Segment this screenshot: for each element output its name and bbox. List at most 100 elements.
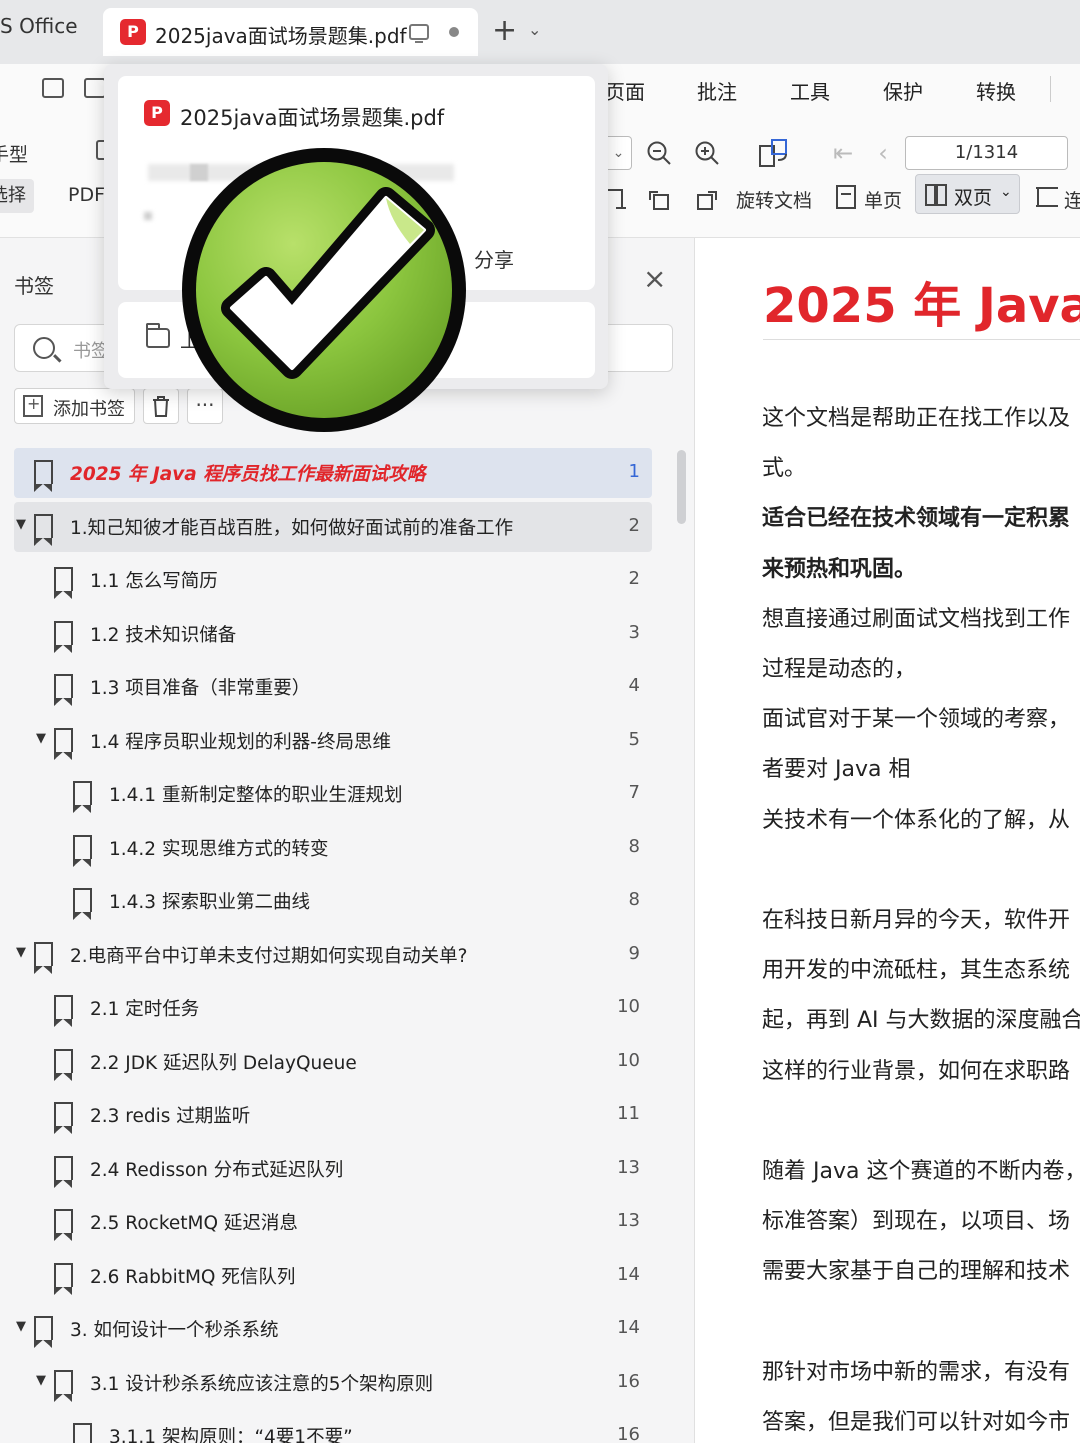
bookmark-label: 1.知己知彼才能百战百胜，如何做好面试前的准备工作 xyxy=(70,518,514,539)
panel-scrollbar[interactable] xyxy=(677,450,686,524)
pdf-file-icon: P xyxy=(120,19,146,45)
bookmark-page-number: 9 xyxy=(628,943,640,964)
bookmark-page-number: 5 xyxy=(628,729,640,750)
bookmark-row[interactable]: 2.5 RocketMQ 延迟消息 13 xyxy=(14,1197,652,1247)
document-tab[interactable]: P 2025java面试场景题集.pdf xyxy=(103,8,478,56)
menu-tools[interactable]: 工具 xyxy=(790,76,830,105)
zoom-dropdown[interactable]: ⌄ xyxy=(606,136,632,170)
bookmark-icon xyxy=(54,1370,73,1402)
bookmark-row[interactable]: 1.4.3 探索职业第二曲线 8 xyxy=(14,876,652,926)
document-text-line: 在科技日新月异的今天，软件开 xyxy=(762,908,1071,933)
bookmark-row[interactable]: 2.6 RabbitMQ 死信队列 14 xyxy=(14,1251,652,1301)
select-tool-button[interactable]: 选择 xyxy=(0,179,34,213)
save-icon[interactable] xyxy=(84,78,106,98)
rotate-doc-label[interactable]: 旋转文档 xyxy=(736,186,812,213)
rotate-right-icon[interactable] xyxy=(694,186,720,212)
expand-arrow-icon[interactable]: ▼ xyxy=(16,517,26,532)
page-number-input[interactable]: 1/1314 xyxy=(905,136,1068,170)
menu-convert[interactable]: 转换 xyxy=(976,76,1016,105)
unsaved-dot-icon[interactable] xyxy=(449,27,459,37)
bookmark-label: 1.4.2 实现思维方式的转变 xyxy=(109,839,329,860)
single-page-icon[interactable] xyxy=(833,184,859,210)
bookmark-icon xyxy=(54,1102,73,1134)
bookmark-label: 1.3 项目准备（非常重要） xyxy=(90,678,311,699)
bookmark-icon xyxy=(34,1316,53,1348)
bookmark-page-number: 16 xyxy=(617,1371,640,1392)
hand-tool-label[interactable]: 手型 xyxy=(0,140,28,167)
first-page-icon[interactable]: ⇤ xyxy=(830,140,856,166)
expand-arrow-icon[interactable]: ▼ xyxy=(16,945,26,960)
close-icon[interactable]: × xyxy=(643,264,666,294)
bookmark-row[interactable]: ▼ 1.4 程序员职业规划的利器-终局思维 5 xyxy=(14,716,652,766)
menu-protect[interactable]: 保护 xyxy=(883,76,923,105)
double-page-button[interactable]: 双页 ⌄ xyxy=(915,174,1020,214)
bookmark-row[interactable]: 2.4 Redisson 分布式延迟队列 13 xyxy=(14,1144,652,1194)
rotate-doc-icon[interactable] xyxy=(758,136,792,170)
bookmark-label: 1.1 怎么写简历 xyxy=(90,571,218,592)
double-page-icon xyxy=(924,183,948,211)
menu-page[interactable]: 页面 xyxy=(605,76,645,105)
bookmark-row[interactable]: ▼ 1.知己知彼才能百战百胜，如何做好面试前的准备工作 2 xyxy=(14,502,652,552)
bookmark-label: 1.4.1 重新制定整体的职业生涯规划 xyxy=(109,785,403,806)
bookmark-row[interactable]: 1.1 怎么写简历 2 xyxy=(14,555,652,605)
expand-arrow-icon[interactable]: ▼ xyxy=(36,731,46,746)
bookmark-page-number: 10 xyxy=(617,1050,640,1071)
bookmark-page-number: 7 xyxy=(628,782,640,803)
bookmark-icon xyxy=(54,621,73,653)
document-text-line: 适合已经在技术领域有一定积累 xyxy=(762,506,1071,532)
bookmark-icon xyxy=(73,888,92,920)
bookmark-icon xyxy=(54,995,73,1027)
bookmark-page-number: 14 xyxy=(617,1264,640,1285)
bookmark-page-number: 4 xyxy=(628,675,640,696)
zoom-in-icon[interactable] xyxy=(694,140,720,166)
bookmark-row[interactable]: 1.4.1 重新制定整体的职业生涯规划 7 xyxy=(14,769,652,819)
monitor-icon[interactable] xyxy=(409,24,429,43)
new-tab-plus-icon[interactable]: + xyxy=(492,14,517,48)
document-text-line: 那针对市场中新的需求，有没有 xyxy=(762,1359,1071,1385)
expand-arrow-icon[interactable]: ▼ xyxy=(36,1373,46,1388)
chevron-down-icon: ⌄ xyxy=(1000,184,1012,200)
bookmark-label: 1.2 技术知识储备 xyxy=(90,625,237,646)
bookmark-page-number: 1 xyxy=(628,461,640,482)
bookmark-row[interactable]: ▼ 3. 如何设计一个秒杀系统 14 xyxy=(14,1304,652,1354)
prev-page-icon[interactable]: ‹ xyxy=(870,140,896,166)
bookmark-row[interactable]: ▼ 3.1 设计秒杀系统应该注意的5个架构原则 16 xyxy=(14,1358,652,1408)
bookmark-row[interactable]: 2.1 定时任务 10 xyxy=(14,983,652,1033)
title-divider xyxy=(763,339,1080,340)
bookmark-icon xyxy=(34,942,53,974)
bookmark-row[interactable]: 2025 年 Java 程序员找工作最新面试攻略 1 xyxy=(14,448,652,498)
select-tool-label: 选择 xyxy=(0,185,26,206)
folder-open-icon[interactable] xyxy=(42,78,64,98)
bookmark-row[interactable]: 2.2 JDK 延迟队列 DelayQueue 10 xyxy=(14,1037,652,1087)
menu-annotate[interactable]: 批注 xyxy=(697,76,737,105)
single-page-label[interactable]: 单页 xyxy=(864,186,902,213)
bookmark-label: 2025 年 Java 程序员找工作最新面试攻略 xyxy=(70,464,426,485)
document-text-line: 过程是动态的， xyxy=(762,657,917,682)
bookmark-icon xyxy=(73,781,92,813)
add-bookmark-button[interactable]: 添加书签 xyxy=(14,388,135,424)
bookmark-row[interactable]: 3.1.1 架构原则：“4要1不要” 16 xyxy=(14,1411,652,1443)
continuous-label[interactable]: 连 xyxy=(1064,186,1080,213)
chevron-down-icon[interactable]: ⌄ xyxy=(528,20,541,39)
continuous-page-icon[interactable] xyxy=(1034,184,1060,210)
bookmark-row[interactable]: ▼ 2.电商平台中订单未支付过期如何实现自动关单? 9 xyxy=(14,930,652,980)
double-page-label: 双页 xyxy=(954,187,993,209)
bookmark-page-number: 14 xyxy=(617,1317,640,1338)
rotate-left-icon[interactable] xyxy=(646,186,672,212)
panel-title: 书签 xyxy=(14,274,54,298)
bookmark-page-number: 3 xyxy=(628,622,640,643)
bookmark-label: 3. 如何设计一个秒杀系统 xyxy=(70,1320,279,1341)
bookmark-label: 2.1 定时任务 xyxy=(90,999,200,1020)
bookmark-row[interactable]: 1.2 技术知识储备 3 xyxy=(14,609,652,659)
bookmark-icon xyxy=(34,460,53,492)
zoom-out-icon[interactable] xyxy=(646,140,672,166)
document-text-line: 式。 xyxy=(762,456,807,482)
bookmark-row[interactable]: 2.3 redis 过期监听 11 xyxy=(14,1090,652,1140)
expand-arrow-icon[interactable]: ▼ xyxy=(16,1319,26,1334)
bookmark-label: 2.5 RocketMQ 延迟消息 xyxy=(90,1213,298,1234)
document-text-line: 关技术有一个体系化的了解，从 xyxy=(762,807,1071,833)
bookmark-row[interactable]: 1.3 项目准备（非常重要） 4 xyxy=(14,662,652,712)
bookmark-row[interactable]: 1.4.2 实现思维方式的转变 8 xyxy=(14,823,652,873)
pdf-tool-label[interactable]: PDF xyxy=(68,184,105,206)
share-button[interactable]: 分享 xyxy=(474,244,514,273)
